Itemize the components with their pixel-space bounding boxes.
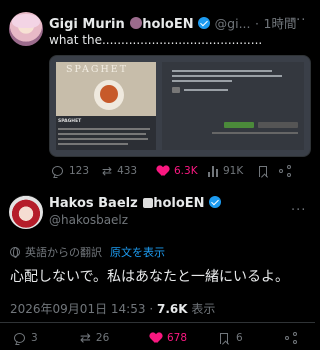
dice-icon	[143, 198, 154, 208]
globe-icon	[10, 247, 20, 258]
verified-badge-icon	[209, 196, 222, 208]
action-bar: 123 ⇄ 433 6.3K 91K	[52, 164, 307, 178]
repost-button[interactable]: ⇄ 433	[102, 164, 157, 178]
bookmark-icon	[259, 165, 267, 177]
more-options-icon[interactable]: ···	[291, 203, 306, 218]
repost-count: 433	[117, 165, 138, 177]
views-label: 表示	[191, 302, 216, 316]
translated-from: 英語からの翻訳	[25, 246, 102, 259]
media-screenshot[interactable]: SPAGHET SPAGHET	[49, 55, 311, 157]
reply-count: 3	[31, 332, 38, 344]
share-icon	[285, 332, 297, 344]
verified-badge-icon	[198, 17, 211, 29]
reply-count: 123	[69, 165, 90, 177]
repost-icon: ⇄	[102, 164, 113, 178]
media-text-line	[58, 138, 148, 140]
views-icon	[207, 165, 218, 177]
separator-dot: ·	[149, 302, 154, 316]
more-options-icon[interactable]: ···	[291, 13, 306, 28]
share-button[interactable]	[279, 165, 299, 177]
share-button[interactable]	[285, 332, 305, 344]
repost-button[interactable]: ⇄ 26	[80, 331, 150, 346]
tweet-text: what the................................…	[49, 33, 263, 47]
reply-button[interactable]: 123	[52, 165, 102, 177]
views-count: 7.6K	[156, 302, 188, 316]
tweet-text: 心配しないで。私はあなたと一緒にいるよ。	[10, 269, 290, 285]
media-text-line	[58, 128, 150, 130]
share-icon	[279, 165, 291, 177]
media-cancel-button	[258, 122, 298, 128]
reply-icon	[14, 333, 25, 343]
like-button[interactable]: 678	[150, 332, 220, 344]
like-count: 678	[167, 332, 188, 344]
handle[interactable]: @gi...	[215, 16, 251, 31]
display-name[interactable]: Gigi Murin	[49, 17, 125, 32]
pasta-image	[100, 85, 118, 103]
media-text-line	[212, 132, 298, 134]
media-text-line	[172, 80, 232, 82]
bookmark-button[interactable]	[259, 165, 279, 177]
translation-notice: 英語からの翻訳 原文を表示	[10, 244, 165, 260]
media-text-line	[184, 89, 228, 91]
display-name[interactable]: Hakos Baelz	[49, 196, 138, 211]
bookmark-count: 6	[236, 332, 243, 344]
like-button[interactable]: 6.3K	[157, 165, 207, 177]
heart-icon	[157, 166, 169, 177]
spaghetti-card: SPAGHET	[56, 62, 156, 116]
media-checkbox	[172, 87, 180, 93]
media-text-line	[172, 75, 282, 77]
divider	[0, 322, 315, 323]
media-text-line	[58, 133, 146, 135]
views-count: 91K	[223, 165, 244, 177]
tweet-meta: 2026年09月01日 14:53 · 7.6K 表示	[10, 300, 215, 317]
avatar[interactable]	[9, 195, 43, 229]
media-text-line	[172, 70, 272, 72]
author-name[interactable]: Gigi Murin holoEN @gi... · 1時間	[49, 13, 297, 32]
media-accept-button	[224, 122, 254, 128]
media-subtitle: SPAGHET	[58, 119, 82, 124]
like-count: 6.3K	[174, 165, 198, 177]
author-name[interactable]: Hakos Baelz holoEN	[49, 196, 222, 211]
separator-dot: ·	[255, 16, 260, 31]
media-right-panel	[162, 62, 304, 150]
avatar[interactable]	[9, 12, 43, 46]
action-bar: 3 ⇄ 26 678 6	[14, 331, 309, 346]
media-text-line	[58, 143, 128, 145]
repost-count: 26	[95, 332, 110, 344]
media-title: SPAGHET	[66, 64, 129, 75]
repost-icon: ⇄	[80, 330, 91, 346]
name-suffix: holoEN	[153, 196, 205, 211]
reply-icon	[52, 166, 63, 176]
handle[interactable]: @hakosbaelz	[49, 213, 128, 227]
timestamp[interactable]: 2026年09月01日 14:53	[10, 302, 145, 316]
name-suffix: holoEN	[142, 17, 194, 32]
views-button[interactable]: 91K	[207, 165, 259, 177]
reply-button[interactable]: 3	[14, 332, 80, 344]
bookmark-icon	[220, 332, 228, 344]
heart-icon	[150, 333, 162, 344]
bookmark-button[interactable]: 6	[220, 332, 285, 344]
sticker-icon	[130, 17, 143, 29]
show-original-link[interactable]: 原文を表示	[110, 244, 165, 260]
